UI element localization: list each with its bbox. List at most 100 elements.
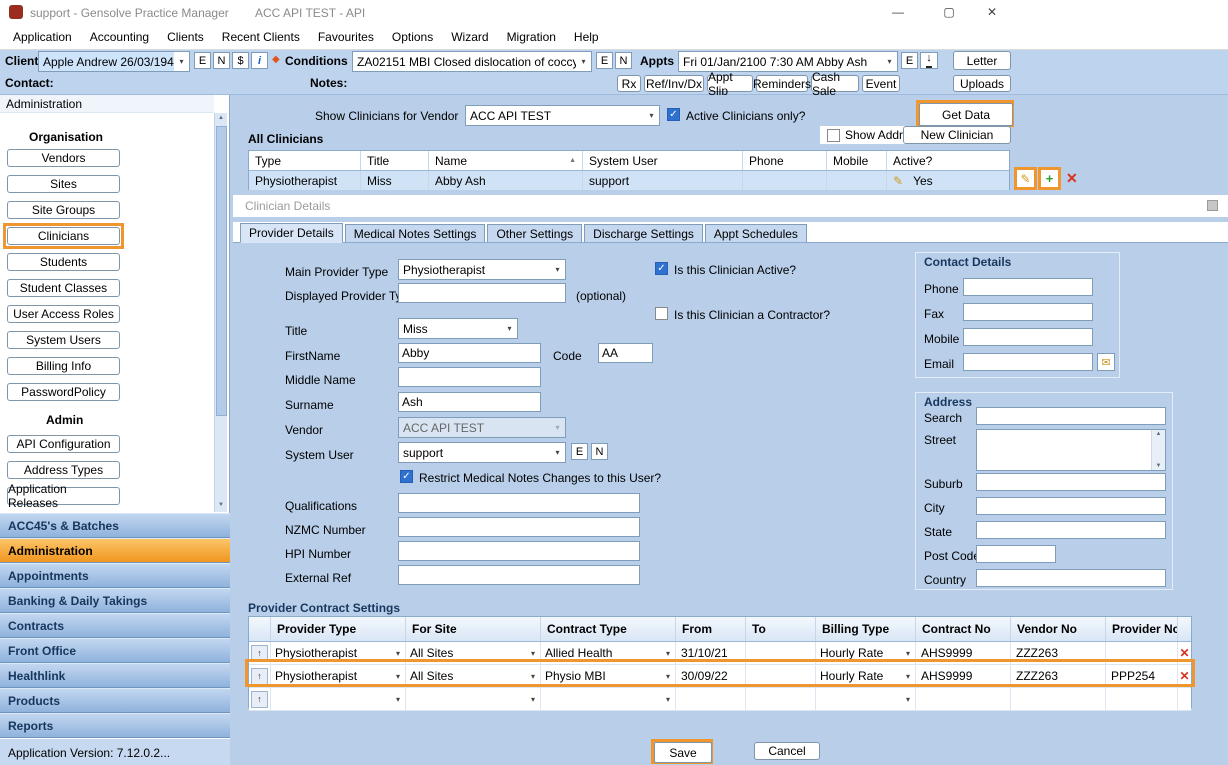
suburb-input[interactable] [976, 473, 1166, 491]
column-header-title[interactable]: Title [361, 151, 429, 170]
contract-for-site-cell[interactable]: ▾ [406, 688, 541, 710]
column-header-active[interactable]: Active? [887, 151, 1009, 170]
contract-billing-type-cell[interactable]: Hourly Rate ▾ [816, 665, 916, 687]
appts-edit-button[interactable]: E [901, 52, 918, 69]
contract-vendor-no-cell[interactable] [1011, 688, 1106, 710]
system-user-edit-button[interactable]: E [571, 443, 588, 460]
accordion-contracts[interactable]: Contracts [0, 613, 230, 638]
column-header-contract-no[interactable]: Contract No [916, 617, 1011, 641]
panel-resize-icon[interactable] [1207, 200, 1218, 211]
uploads-button[interactable]: Uploads [953, 75, 1011, 92]
contract-no-cell[interactable] [916, 688, 1011, 710]
sidebar-item-application-releases[interactable]: Application Releases [7, 482, 120, 510]
column-header-type[interactable]: Type [249, 151, 361, 170]
tab-other-settings[interactable]: Other Settings [487, 224, 583, 242]
show-address-checkbox[interactable] [827, 128, 840, 142]
hpi-number-input[interactable] [398, 541, 640, 561]
contract-provider-type-cell[interactable]: Physiotherapist ▾ [271, 642, 406, 664]
column-header-name[interactable]: Name ▲ [429, 151, 583, 170]
menu-options[interactable]: Options [383, 25, 442, 50]
contract-billing-type-cell[interactable]: ▾ [816, 688, 916, 710]
fax-input[interactable] [963, 303, 1093, 321]
conditions-combobox[interactable]: ZA02151 MBI Closed dislocation of coccyx… [352, 51, 592, 72]
contract-type-cell[interactable]: Physio MBI ▾ [541, 665, 676, 687]
accordion-appointments[interactable]: Appointments [0, 563, 230, 588]
contract-provider-type-cell[interactable]: Physiotherapist ▾ [271, 665, 406, 687]
close-icon[interactable]: ✕ [976, 2, 1008, 22]
menu-accounting[interactable]: Accounting [81, 25, 158, 50]
accordion-front-office[interactable]: Front Office [0, 638, 230, 663]
external-ref-input[interactable] [398, 565, 640, 585]
contract-row[interactable]: ↑ Physiotherapist ▾ All Sites ▾ Physio MBI… [249, 665, 1191, 688]
edit-clinician-icon[interactable]: ✎ [1017, 170, 1034, 187]
menu-application[interactable]: Application [4, 25, 81, 50]
vendor-filter-combobox[interactable]: ACC API TEST ▾ [465, 105, 660, 126]
tab-provider-details[interactable]: Provider Details [240, 223, 343, 243]
scroll-down-icon[interactable]: ▼ [217, 501, 225, 509]
cash-sale-button[interactable]: Cash Sale [811, 70, 859, 98]
middle-name-input[interactable] [398, 367, 541, 387]
menu-migration[interactable]: Migration [498, 25, 565, 50]
contract-billing-type-cell[interactable]: Hourly Rate ▾ [816, 642, 916, 664]
contract-for-site-cell[interactable]: All Sites ▾ [406, 665, 541, 687]
contract-provider-no-cell[interactable]: PPP254 [1106, 665, 1178, 687]
contract-type-cell[interactable]: Allied Health ▾ [541, 642, 676, 664]
accordion-acc45s-batches[interactable]: ACC45's & Batches [0, 513, 230, 538]
client-billing-button[interactable]: $ [232, 52, 249, 69]
clinician-row[interactable]: Physiotherapist Miss Abby Ash support ✎ … [249, 171, 1009, 190]
column-header-mobile[interactable]: Mobile [827, 151, 887, 170]
column-header-from[interactable]: From [676, 617, 746, 641]
column-header-provider-type[interactable]: Provider Type [271, 617, 406, 641]
delete-contract-icon[interactable]: ✕ [1179, 646, 1189, 660]
client-info-button[interactable]: i [251, 52, 268, 69]
sidebar-item-system-users[interactable]: System Users [7, 331, 120, 349]
add-clinician-icon[interactable]: + [1041, 170, 1058, 187]
contract-to-cell[interactable] [746, 665, 816, 687]
contract-to-cell[interactable] [746, 688, 816, 710]
minimize-icon[interactable]: — [882, 2, 914, 22]
displayed-provider-type-input[interactable] [398, 283, 566, 303]
move-up-icon[interactable]: ↑ [251, 667, 268, 685]
city-input[interactable] [976, 497, 1166, 515]
contract-vendor-no-cell[interactable]: ZZZ263 [1011, 642, 1106, 664]
firstname-input[interactable] [398, 343, 541, 363]
sidebar-item-api-configuration[interactable]: API Configuration [7, 435, 120, 453]
column-header-for-site[interactable]: For Site [406, 617, 541, 641]
sidebar-item-student-classes[interactable]: Student Classes [7, 279, 120, 297]
scrollbar-thumb[interactable] [216, 126, 227, 416]
sidebar-item-site-groups[interactable]: Site Groups [7, 201, 120, 219]
client-edit-button[interactable]: E [194, 52, 211, 69]
client-new-button[interactable]: N [213, 52, 230, 69]
main-provider-type-combobox[interactable]: Physiotherapist ▾ [398, 259, 566, 280]
accordion-administration[interactable]: Administration [0, 538, 230, 563]
contract-provider-no-cell[interactable] [1106, 642, 1178, 664]
ref-inv-dx-button[interactable]: Ref/Inv/Dx [644, 75, 704, 92]
column-header-billing-type[interactable]: Billing Type [816, 617, 916, 641]
appt-slip-button[interactable]: Appt Slip [707, 70, 753, 98]
system-user-combobox[interactable]: support ▾ [398, 442, 566, 463]
event-button[interactable]: Event [862, 75, 900, 92]
scroll-up-icon[interactable]: ▲ [217, 114, 225, 122]
street-scrollbar[interactable]: ▲ ▼ [1151, 430, 1165, 470]
contract-provider-type-cell[interactable]: ▾ [271, 688, 406, 710]
phone-input[interactable] [963, 278, 1093, 296]
sidebar-item-user-access-roles[interactable]: User Access Roles [7, 305, 120, 323]
accordion-reports[interactable]: Reports [0, 713, 230, 738]
system-user-new-button[interactable]: N [591, 443, 608, 460]
reminders-button[interactable]: Reminders [753, 75, 811, 92]
menu-help[interactable]: Help [565, 25, 608, 50]
scroll-down-icon[interactable]: ▼ [1155, 462, 1163, 470]
sidebar-item-clinicians[interactable]: Clinicians [7, 227, 120, 245]
accordion-healthlink[interactable]: Healthlink [0, 663, 230, 688]
column-header-provider-no[interactable]: Provider No [1106, 617, 1178, 641]
street-input[interactable]: ▲ ▼ [976, 429, 1166, 471]
contract-row[interactable]: ↑ Physiotherapist ▾ All Sites ▾ Allied Hea… [249, 642, 1191, 665]
sidebar-item-sites[interactable]: Sites [7, 175, 120, 193]
clinician-active-checkbox[interactable]: ✓ [655, 262, 668, 275]
post-code-input[interactable] [976, 545, 1056, 563]
contract-for-site-cell[interactable]: All Sites ▾ [406, 642, 541, 664]
save-button[interactable]: Save [654, 742, 712, 763]
column-header-contract-type[interactable]: Contract Type [541, 617, 676, 641]
sidebar-item-billing-info[interactable]: Billing Info [7, 357, 120, 375]
sidebar-item-students[interactable]: Students [7, 253, 120, 271]
